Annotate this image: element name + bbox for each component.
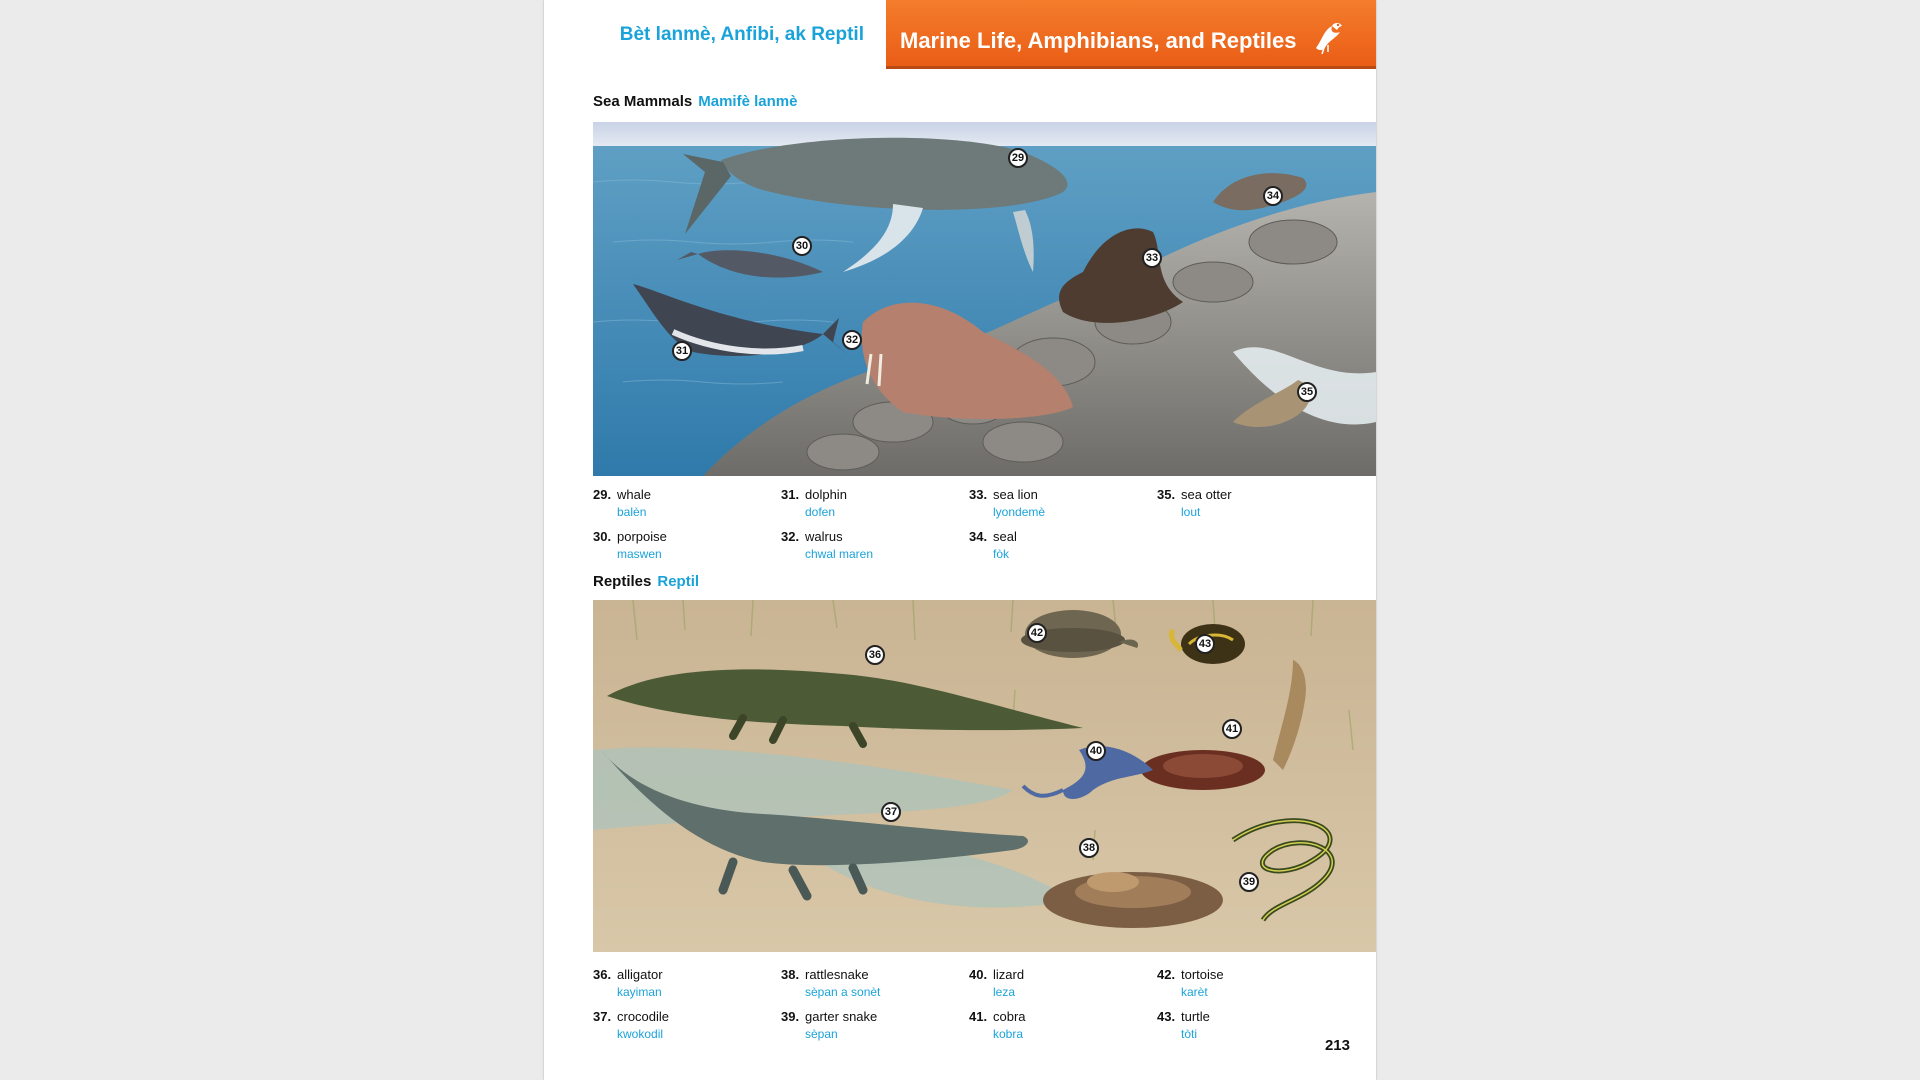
marker-37: 37 <box>881 802 901 822</box>
reptiles-illustration: 36 37 38 39 40 41 42 43 <box>593 600 1376 952</box>
section-title-reptiles: Reptiles Reptil <box>593 573 699 590</box>
sea-mammals-illustration: 29 30 31 32 33 34 35 <box>593 122 1376 476</box>
marker-41: 41 <box>1222 719 1242 739</box>
vocab-item: 32. walrus chwal maren <box>781 529 969 561</box>
vocab-english: lizard <box>993 967 1025 982</box>
vocab-number: 32. <box>781 529 800 544</box>
vocab-number: 29. <box>593 487 612 502</box>
vocab-number: 33. <box>969 487 988 502</box>
vocab-number: 34. <box>969 529 988 544</box>
vocab-haitian: chwal maren <box>805 547 874 561</box>
vocab-item: 42. tortoise karèt <box>1157 967 1345 999</box>
section-title-ht: Reptil <box>657 573 700 590</box>
vocab-haitian: lout <box>1181 505 1201 519</box>
vocab-english: crocodile <box>617 1009 670 1024</box>
vocab-english: sea lion <box>993 487 1038 502</box>
vocab-english: walrus <box>805 529 843 544</box>
vocab-number: 39. <box>781 1009 800 1024</box>
marker-42: 42 <box>1027 623 1047 643</box>
book-page: Bèt lanmè, Anfibi, ak Reptil Marine Life… <box>544 0 1376 1080</box>
header-banner: Marine Life, Amphibians, and Reptiles <box>886 0 1376 69</box>
vocab-english: porpoise <box>617 529 667 544</box>
vocab-haitian: balèn <box>617 505 647 519</box>
vocab-english: turtle <box>1181 1009 1210 1024</box>
sea-scene <box>593 122 1376 476</box>
vocab-number: 43. <box>1157 1009 1176 1024</box>
vocab-item: 43. turtle tòti <box>1157 1009 1345 1041</box>
vocab-number: 30. <box>593 529 612 544</box>
marker-36: 36 <box>865 645 885 665</box>
vocab-number: 31. <box>781 487 800 502</box>
vocab-haitian: tòti <box>1181 1027 1198 1041</box>
vocab-haitian: kwokodil <box>617 1027 664 1041</box>
reptiles-vocabulary: 36. alligator kayiman 38. rattlesnake sèpan … <box>593 967 1353 1041</box>
vocab-item: 39. garter snake sèpan <box>781 1009 969 1041</box>
marker-43: 43 <box>1195 634 1215 654</box>
vocab-item: 35. sea otter lout <box>1157 487 1345 519</box>
section-title-ht: Mamifè lanmè <box>698 93 798 110</box>
vocab-item: 41. cobra kobra <box>969 1009 1157 1041</box>
vocab-number: 35. <box>1157 487 1176 502</box>
vocab-haitian: sèpan <box>805 1027 838 1041</box>
vocab-number: 42. <box>1157 967 1176 982</box>
vocab-english: dolphin <box>805 487 847 502</box>
vocab-english: alligator <box>617 967 663 982</box>
vocab-item: 36. alligator kayiman <box>593 967 781 999</box>
page-number: 213 <box>1324 1037 1350 1054</box>
vocab-haitian: karèt <box>1181 985 1208 999</box>
vocab-english: whale <box>617 487 651 502</box>
section-title-en: Sea Mammals <box>593 93 693 110</box>
vocab-english: tortoise <box>1181 967 1224 982</box>
marker-39: 39 <box>1239 872 1259 892</box>
vocab-english: seal <box>993 529 1017 544</box>
vocab-item: 40. lizard leza <box>969 967 1157 999</box>
header-haitian: Bèt lanmè, Anfibi, ak Reptil <box>544 0 886 74</box>
vocab-item: 29. whale balèn <box>593 487 781 519</box>
vocab-item: 31. dolphin dofen <box>781 487 969 519</box>
marker-33: 33 <box>1142 248 1162 268</box>
vocab-number: 38. <box>781 967 800 982</box>
vocab-item: 30. porpoise maswen <box>593 529 781 561</box>
vocab-haitian: leza <box>993 985 1016 999</box>
section-title-sea-mammals: Sea Mammals Mamifè lanmè <box>593 93 797 110</box>
marker-34: 34 <box>1263 186 1283 206</box>
vocab-number: 41. <box>969 1009 988 1024</box>
vocab-haitian: dofen <box>805 505 836 519</box>
section-title-en: Reptiles <box>593 573 652 590</box>
vocab-item: 33. sea lion lyondemè <box>969 487 1157 519</box>
vocab-haitian: maswen <box>617 547 662 561</box>
vocab-number: 37. <box>593 1009 612 1024</box>
marker-29: 29 <box>1008 148 1028 168</box>
vocab-haitian: sèpan a sonèt <box>805 985 881 999</box>
page-title-haitian: Bèt lanmè, Anfibi, ak Reptil <box>619 24 864 45</box>
vocab-english: garter snake <box>805 1009 878 1024</box>
sea-mammals-vocabulary: 29. whale balèn 31. dolphin dofen 33. sea lio… <box>593 487 1353 561</box>
marker-35: 35 <box>1297 382 1317 402</box>
vocab-item: 34. seal fòk <box>969 529 1157 561</box>
vocab-item: 38. rattlesnake sèpan a sonèt <box>781 967 969 999</box>
vocab-number: 36. <box>593 967 612 982</box>
marker-38: 38 <box>1079 838 1099 858</box>
marker-40: 40 <box>1086 741 1106 761</box>
marker-32: 32 <box>842 330 862 350</box>
vocab-item: 37. crocodile kwokodil <box>593 1009 781 1041</box>
vocab-english: sea otter <box>1181 487 1232 502</box>
reptile-scene <box>593 600 1376 952</box>
vocab-haitian: kobra <box>993 1027 1024 1041</box>
page-title-english: Marine Life, Amphibians, and Reptiles <box>900 28 1297 53</box>
vocab-haitian: lyondemè <box>993 505 1046 519</box>
marker-31: 31 <box>672 341 692 361</box>
vocab-number: 40. <box>969 967 988 982</box>
vocab-haitian: kayiman <box>617 985 662 999</box>
vocab-english: rattlesnake <box>805 967 869 982</box>
marker-30: 30 <box>792 236 812 256</box>
bird-icon <box>1316 23 1342 55</box>
vocab-haitian: fòk <box>993 547 1010 561</box>
vocab-english: cobra <box>993 1009 1026 1024</box>
